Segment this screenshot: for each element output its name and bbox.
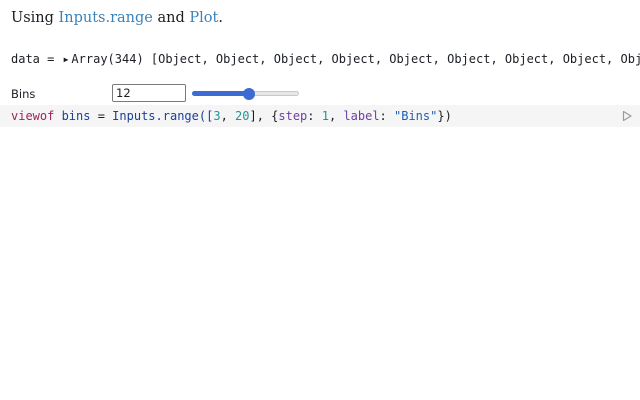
data-output: data = ▶ Array(344) [Object, Object, Obje… <box>11 51 640 68</box>
bins-number-input[interactable]: 12 <box>112 84 186 102</box>
slider-thumb[interactable] <box>242 88 255 100</box>
play-icon[interactable] <box>621 110 633 122</box>
bins-slider[interactable] <box>192 88 299 100</box>
code-num-max: 20 <box>235 109 250 123</box>
bins-label: Bins <box>11 87 36 101</box>
array-preview: [Object, Object, Object, Object, Object,… <box>150 52 640 66</box>
inputs-range-link[interactable]: Inputs.range <box>59 10 153 26</box>
code-keyword: viewof <box>11 109 55 123</box>
code-close: }) <box>437 109 452 123</box>
slider-fill <box>192 91 249 96</box>
code-source[interactable]: viewof bins = Inputs.range([3, 20], {ste… <box>11 108 452 124</box>
code-num-step: 1 <box>321 109 329 123</box>
code-colon: : <box>379 109 394 123</box>
code-prop-label: label <box>343 109 380 123</box>
data-equals: = <box>39 52 62 66</box>
code-call: Inputs.range([ <box>112 109 214 123</box>
intro-middle: and <box>152 10 190 26</box>
code-colon: : <box>307 109 322 123</box>
intro-text: Using Inputs.range and Plot. <box>11 10 223 26</box>
bins-range-input: Bins 12 <box>11 84 331 104</box>
code-bracket: ], { <box>249 109 279 123</box>
data-variable-name: data <box>11 52 40 66</box>
expand-array-toggle[interactable]: ▶ Array(344) <box>62 52 144 66</box>
code-cell[interactable]: viewof bins = Inputs.range([3, 20], {ste… <box>0 105 640 127</box>
triangle-right-icon: ▶ <box>63 55 69 64</box>
code-prop-step: step <box>278 109 308 123</box>
code-comma: , <box>220 109 236 123</box>
plot-link[interactable]: Plot <box>189 10 218 26</box>
intro-suffix: . <box>218 10 223 26</box>
code-num-min: 3 <box>213 109 221 123</box>
code-string-bins: "Bins" <box>394 109 438 123</box>
code-var: bins <box>54 109 91 123</box>
array-type: Array(344) <box>71 52 144 66</box>
code-eq: = <box>90 109 113 123</box>
intro-prefix: Using <box>11 10 59 26</box>
code-comma: , <box>328 109 344 123</box>
